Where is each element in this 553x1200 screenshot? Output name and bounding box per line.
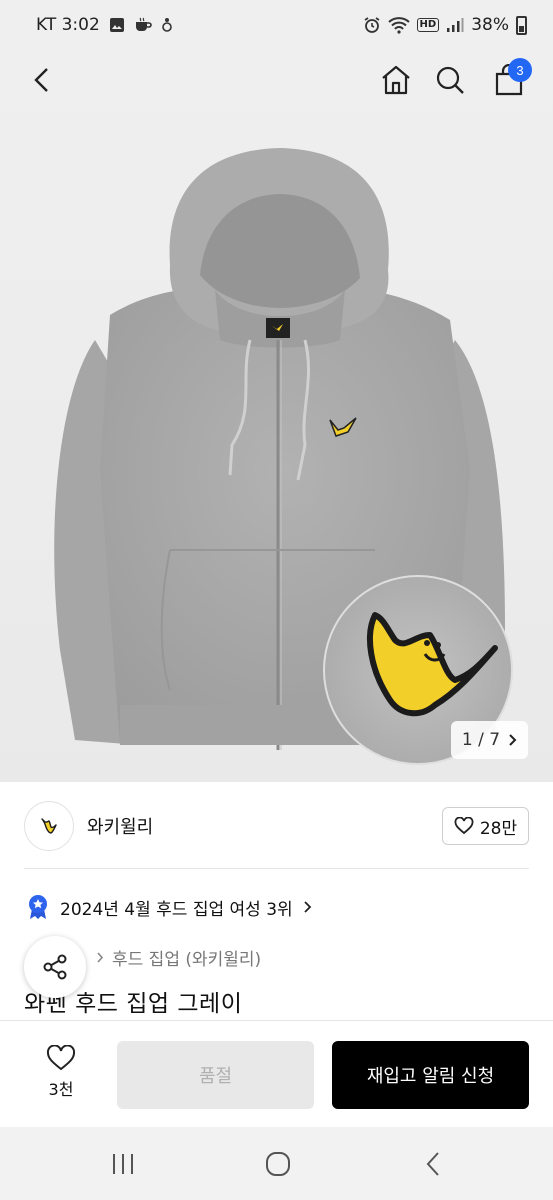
battery-percent: 38% bbox=[471, 15, 509, 35]
ranking-text: 2024년 4월 후드 집업 여성 3위 bbox=[60, 899, 293, 920]
search-icon bbox=[436, 66, 464, 94]
soldout-button: 품절 bbox=[117, 1041, 314, 1109]
home-nav-button[interactable] bbox=[258, 1149, 298, 1179]
restock-alert-button[interactable]: 재입고 알림 신청 bbox=[332, 1041, 529, 1109]
top-nav: 3 bbox=[0, 50, 553, 108]
chevron-right-icon bbox=[509, 734, 517, 746]
heart-outline-icon bbox=[454, 817, 474, 835]
accessibility-icon bbox=[161, 18, 172, 32]
home-button[interactable] bbox=[374, 58, 418, 102]
chevron-right-icon bbox=[304, 901, 311, 913]
breadcrumb-category: 후드 집업 (와키윌리) bbox=[112, 950, 262, 970]
gallery-icon bbox=[109, 18, 124, 32]
hoodie-image bbox=[54, 148, 513, 765]
coffee-icon bbox=[135, 17, 152, 31]
wifi-icon bbox=[387, 17, 410, 34]
home-circle-icon bbox=[266, 1152, 290, 1176]
divider bbox=[24, 868, 529, 869]
cart-button[interactable]: 3 bbox=[486, 58, 532, 102]
share-icon bbox=[43, 954, 67, 980]
pager-current: 1 bbox=[461, 730, 473, 750]
breadcrumb[interactable]: 후드 집업 (와키윌리) bbox=[96, 945, 261, 970]
share-button[interactable] bbox=[24, 936, 86, 998]
carrier-time: KT 3:02 bbox=[36, 15, 100, 35]
status-left: KT 3:02 bbox=[36, 15, 173, 35]
product-image-gallery[interactable]: 3 1 / 7 bbox=[0, 50, 553, 782]
pager-separator: / bbox=[478, 730, 484, 750]
hd-badge: HD bbox=[416, 18, 440, 32]
pager-total: 7 bbox=[489, 730, 501, 750]
brand-logo-icon bbox=[41, 818, 57, 834]
alarm-icon bbox=[364, 17, 380, 33]
wish-button[interactable]: 3천 bbox=[30, 1045, 92, 1105]
home-icon bbox=[382, 65, 410, 95]
search-button[interactable] bbox=[428, 58, 472, 102]
system-nav-bar bbox=[0, 1127, 553, 1200]
medal-icon bbox=[29, 895, 47, 919]
brand-like-count: 28만 bbox=[479, 818, 518, 839]
back-button[interactable] bbox=[20, 58, 64, 102]
image-pager[interactable]: 1 / 7 bbox=[451, 721, 528, 759]
brand-row: 와키윌리 28만 bbox=[24, 800, 529, 852]
purchase-bar: 3천 품절 재입고 알림 신청 bbox=[0, 1020, 553, 1127]
ranking-link[interactable]: 2024년 4월 후드 집업 여성 3위 bbox=[26, 894, 312, 920]
chevron-right-icon bbox=[97, 952, 104, 963]
back-nav-button[interactable] bbox=[413, 1149, 453, 1179]
recents-button[interactable] bbox=[103, 1149, 143, 1179]
signal-icon bbox=[447, 18, 464, 32]
back-icon bbox=[34, 68, 48, 92]
status-right: HD 38% bbox=[363, 15, 527, 35]
pager-text: 1 / 7 bbox=[462, 730, 500, 750]
brand-name[interactable]: 와키윌리 bbox=[87, 813, 153, 839]
status-bar: KT 3:02 HD 38% bbox=[0, 0, 553, 50]
back-nav-icon bbox=[426, 1152, 439, 1176]
brand-logo[interactable] bbox=[24, 801, 74, 851]
battery-icon bbox=[516, 15, 527, 35]
recents-icon bbox=[113, 1154, 133, 1174]
heart-outline-icon bbox=[46, 1045, 76, 1071]
cart-count-badge: 3 bbox=[508, 58, 532, 82]
brand-like-button[interactable]: 28만 bbox=[442, 807, 529, 845]
wish-count: 3천 bbox=[48, 1080, 74, 1099]
